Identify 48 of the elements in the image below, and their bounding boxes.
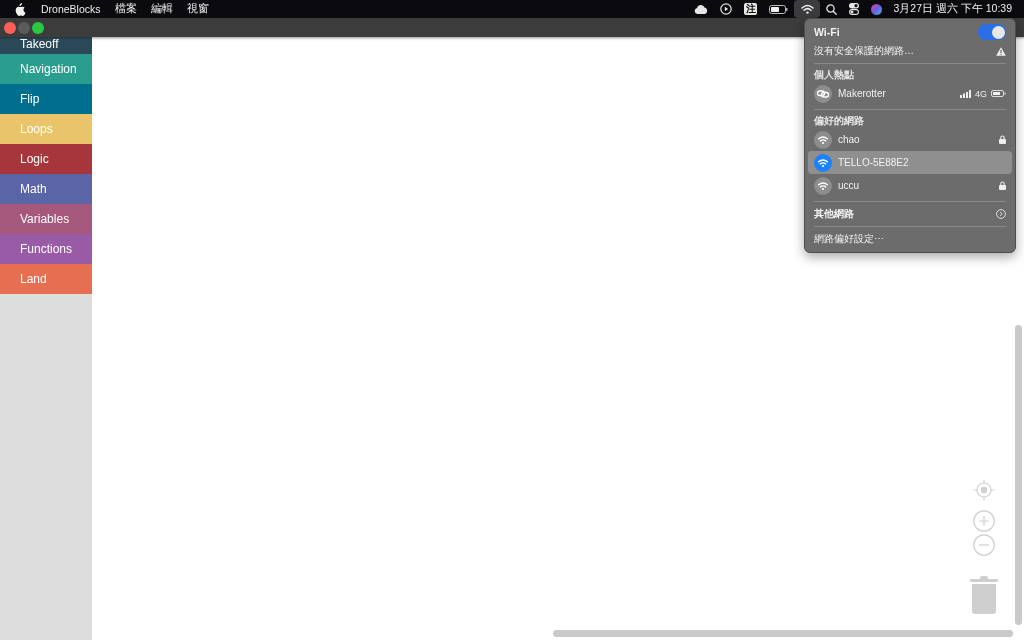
category-item[interactable]: Flip (0, 84, 92, 114)
category-item[interactable]: Logic (0, 144, 92, 174)
category-item[interactable]: Math (0, 174, 92, 204)
section-heading: 偏好的網路 (814, 114, 865, 128)
menu-item[interactable]: 編輯 (150, 2, 173, 16)
network-item[interactable]: TELLO-5E88E2 (808, 151, 1012, 174)
category-item[interactable]: Land (0, 264, 92, 294)
wifi-icon (814, 130, 832, 149)
wifi-title: Wi-Fi (814, 26, 840, 38)
clock-text[interactable]: 3月27日 週六 下午 10:39 (893, 2, 1012, 16)
status-menu-button[interactable] (794, 0, 821, 18)
category-item[interactable]: Navigation (0, 54, 92, 84)
wifi-icon (800, 4, 814, 14)
category-item[interactable]: Takeoff (0, 37, 92, 54)
zoom-button[interactable] (32, 21, 44, 34)
wifi-icon (814, 153, 832, 172)
signal-bars-icon (960, 89, 971, 98)
warning-icon (996, 46, 1006, 56)
battery-icon (769, 4, 789, 14)
chevron-circle-icon (996, 209, 1006, 219)
wifi-toggle[interactable] (978, 24, 1006, 40)
section-heading: 個人熱點 (814, 68, 855, 82)
network-preferences-item[interactable]: 網路偏好設定⋯ (814, 231, 1006, 247)
input-method-button[interactable]: 注 (744, 3, 758, 15)
close-button[interactable] (4, 21, 16, 34)
app-menu[interactable]: DroneBlocks (41, 3, 101, 15)
menu-item[interactable]: 檔案 (114, 2, 137, 16)
link-icon (814, 84, 832, 103)
wifi-icon (814, 176, 832, 195)
play-circle-icon (720, 3, 733, 15)
battery-icon (991, 90, 1006, 97)
network-item[interactable]: chao (808, 128, 1012, 151)
category-item[interactable]: Functions (0, 234, 92, 264)
toggles-icon (849, 3, 860, 15)
apple-icon[interactable] (15, 2, 26, 16)
menu-item[interactable]: 視窗 (186, 2, 209, 16)
other-networks-item[interactable]: 其他網路 (814, 206, 1006, 222)
network-type-label: 4G (975, 88, 987, 99)
network-item[interactable]: uccu (808, 174, 1012, 197)
horizontal-scrollbar[interactable] (553, 630, 1013, 637)
orb-icon (871, 3, 883, 15)
hotspot-item[interactable]: Makerotter 4G (808, 82, 1012, 105)
block-canvas[interactable] (92, 37, 1024, 640)
search-icon (826, 3, 838, 15)
cloud-icon (694, 4, 709, 14)
vertical-scrollbar[interactable] (1015, 325, 1022, 625)
category-item[interactable]: Variables (0, 204, 92, 234)
unsecured-network-item[interactable]: 沒有安全保護的網路… (814, 43, 1006, 59)
